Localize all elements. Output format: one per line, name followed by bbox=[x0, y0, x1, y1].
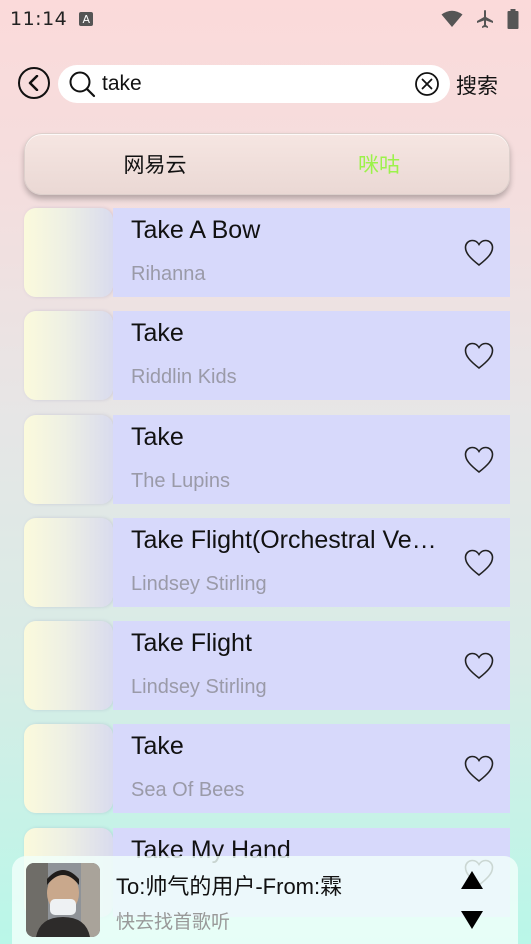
battery-icon bbox=[507, 9, 519, 29]
status-left: 11:14 A bbox=[10, 8, 94, 30]
back-button[interactable] bbox=[18, 67, 50, 99]
song-card[interactable]: Take Sea Of Bees bbox=[113, 724, 510, 814]
mini-player[interactable]: To:帅气的用户-From:霖 快去找首歌听 bbox=[12, 856, 518, 944]
song-item[interactable]: Take Flight Lindsey Stirling bbox=[24, 621, 510, 711]
search-input[interactable] bbox=[102, 72, 414, 96]
player-title: To:帅气的用户-From:霖 bbox=[116, 874, 343, 899]
song-cover bbox=[24, 724, 113, 814]
avatar-photo-icon bbox=[26, 863, 100, 937]
search-icon bbox=[69, 71, 96, 98]
song-title: Take Flight(Orchestral Version) bbox=[131, 525, 443, 554]
song-card[interactable]: Take Riddlin Kids bbox=[113, 311, 510, 401]
heart-icon[interactable] bbox=[464, 548, 494, 578]
song-card[interactable]: Take Flight(Orchestral Version) Lindsey … bbox=[113, 517, 510, 607]
song-title: Take bbox=[131, 732, 184, 761]
song-title: Take bbox=[131, 319, 184, 348]
clear-search-icon[interactable] bbox=[414, 71, 440, 97]
player-avatar[interactable] bbox=[26, 863, 100, 937]
status-bar: 11:14 A bbox=[0, 0, 531, 38]
notification-badge-icon: A bbox=[79, 12, 94, 26]
song-card[interactable]: Take Flight Lindsey Stirling bbox=[113, 621, 510, 711]
tab-netease[interactable]: 网易云 bbox=[25, 149, 267, 179]
chevron-left-icon bbox=[28, 75, 39, 91]
triangle-up-icon[interactable] bbox=[460, 870, 484, 890]
song-cover bbox=[24, 208, 113, 297]
song-list: Take A Bow Rihanna Take Riddlin Kids Tak… bbox=[24, 208, 510, 931]
song-artist: Rihanna bbox=[131, 263, 206, 285]
heart-icon[interactable] bbox=[464, 445, 494, 475]
player-subtitle: 快去找首歌听 bbox=[116, 911, 231, 933]
song-card[interactable]: Take The Lupins bbox=[113, 414, 510, 504]
source-tabs: 网易云 咪咕 bbox=[24, 133, 510, 195]
heart-icon[interactable] bbox=[464, 754, 494, 784]
song-card[interactable]: Take A Bow Rihanna bbox=[113, 208, 510, 297]
song-cover bbox=[24, 517, 113, 607]
status-icons bbox=[441, 9, 519, 29]
wifi-icon bbox=[441, 10, 463, 27]
heart-icon[interactable] bbox=[464, 341, 494, 371]
airplane-mode-icon bbox=[477, 10, 493, 28]
triangle-down-icon[interactable] bbox=[460, 910, 484, 930]
search-submit-button[interactable]: 搜索 bbox=[456, 70, 498, 100]
heart-icon[interactable] bbox=[464, 238, 494, 268]
song-title: Take bbox=[131, 422, 184, 451]
song-item[interactable]: Take A Bow Rihanna bbox=[24, 208, 510, 297]
heart-icon[interactable] bbox=[464, 651, 494, 681]
song-item[interactable]: Take Sea Of Bees bbox=[24, 724, 510, 814]
song-cover bbox=[24, 621, 113, 711]
search-box[interactable] bbox=[58, 65, 450, 103]
song-artist: Lindsey Stirling bbox=[131, 676, 267, 699]
song-title: Take A Bow bbox=[131, 216, 261, 244]
status-time: 11:14 bbox=[10, 8, 68, 30]
song-artist: The Lupins bbox=[131, 469, 230, 492]
song-cover bbox=[24, 414, 113, 504]
song-artist: Lindsey Stirling bbox=[131, 572, 267, 595]
song-item[interactable]: Take Flight(Orchestral Version) Lindsey … bbox=[24, 517, 510, 607]
song-artist: Riddlin Kids bbox=[131, 366, 237, 389]
song-title: Take Flight bbox=[131, 629, 252, 658]
song-item[interactable]: Take The Lupins bbox=[24, 414, 510, 504]
tab-migu[interactable]: 咪咕 bbox=[267, 149, 509, 179]
song-item[interactable]: Take Riddlin Kids bbox=[24, 311, 510, 401]
song-cover bbox=[24, 311, 113, 401]
song-artist: Sea Of Bees bbox=[131, 779, 245, 802]
